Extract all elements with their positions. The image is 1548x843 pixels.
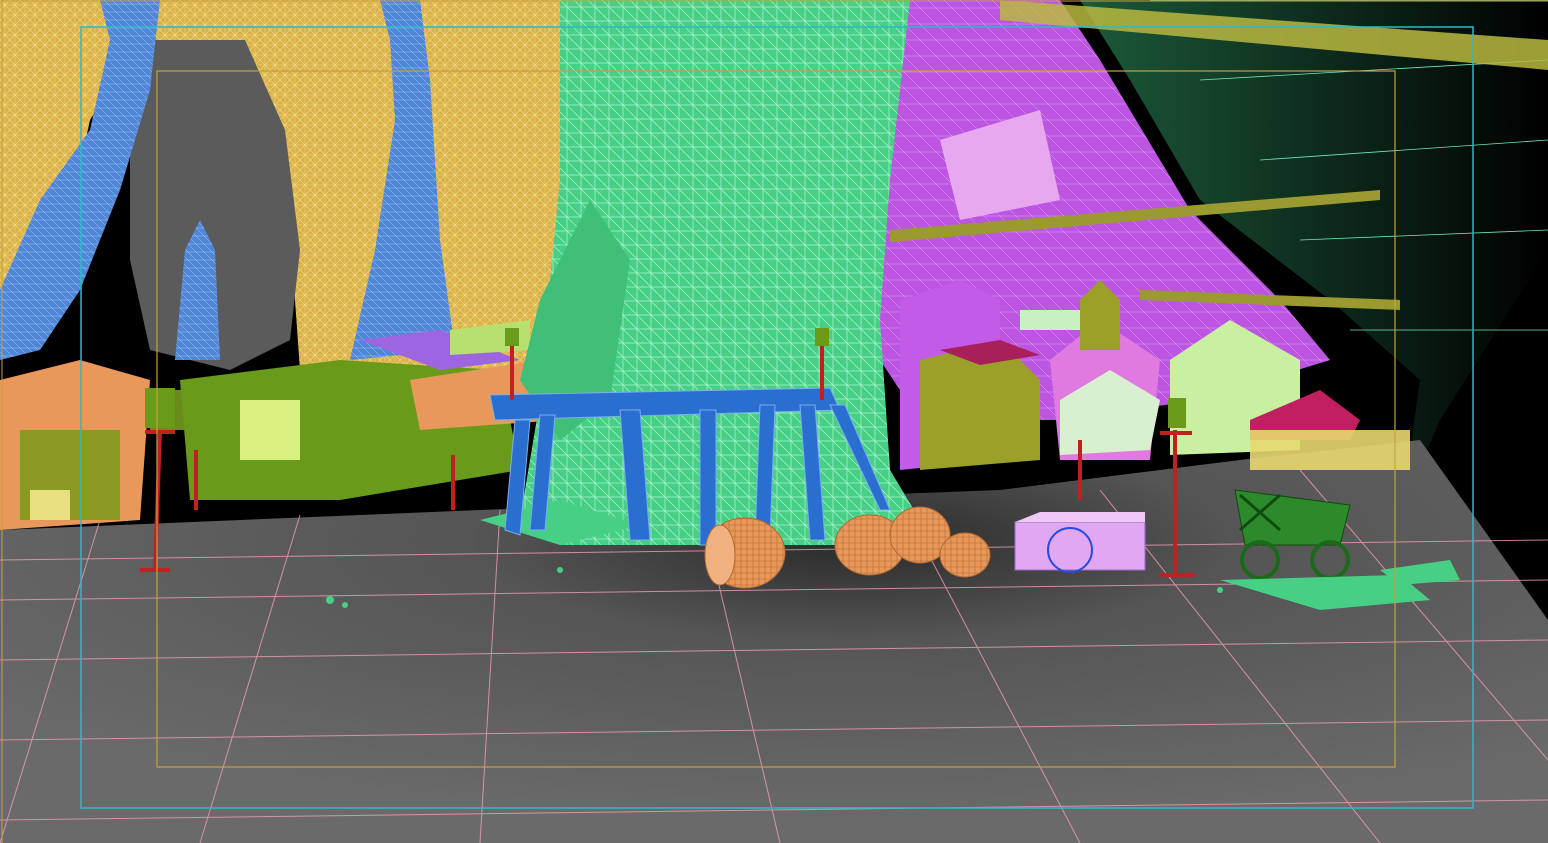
crate-object[interactable] — [1014, 512, 1146, 573]
3d-viewport[interactable] — [0, 0, 1548, 843]
viewport-render[interactable] — [0, 0, 1548, 843]
